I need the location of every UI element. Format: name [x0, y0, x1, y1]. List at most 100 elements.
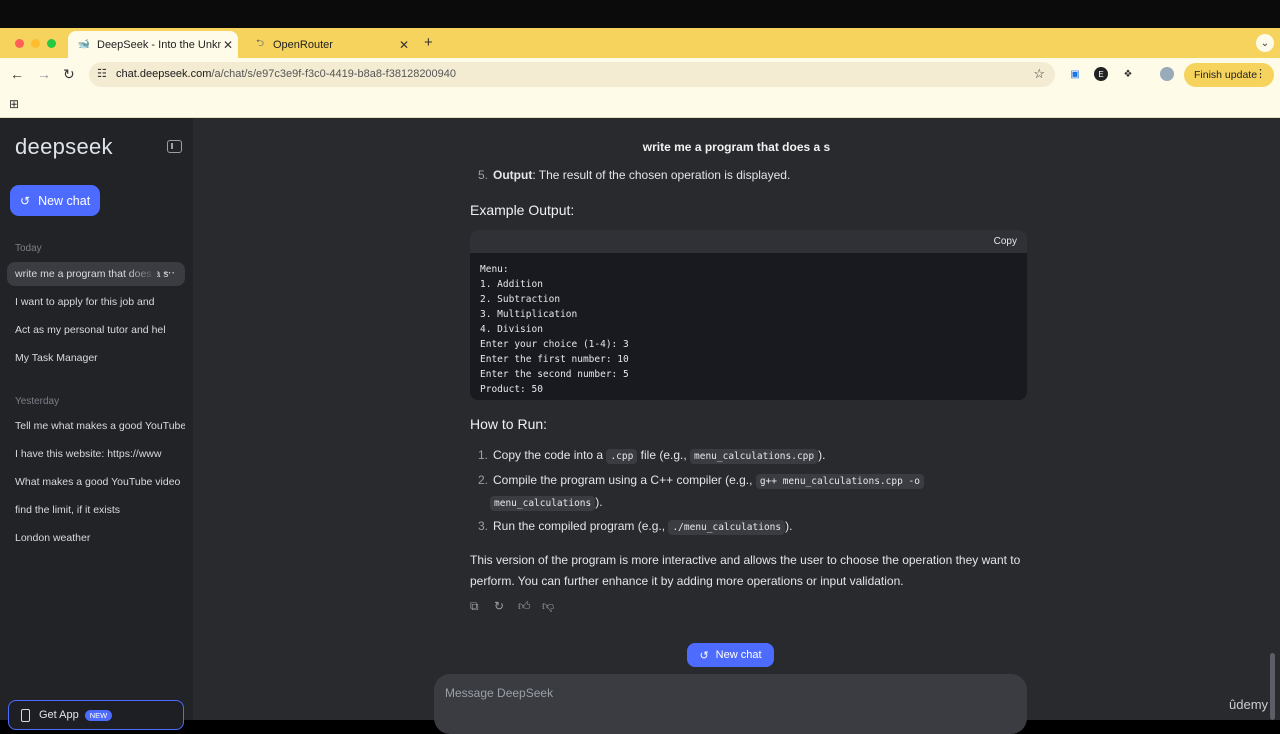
extension-icon[interactable]: ▣	[1068, 67, 1082, 81]
section-today: Today	[15, 243, 42, 254]
forward-arrow-icon[interactable]: →	[37, 66, 51, 82]
new-chat-label: New chat	[38, 193, 91, 208]
deepseek-app: deepseek ↺ New chat Today write me a pro…	[0, 118, 1280, 734]
list-text: ).	[595, 495, 603, 509]
collapse-sidebar-icon[interactable]	[167, 140, 182, 153]
back-arrow-icon[interactable]: ←	[10, 66, 24, 82]
new-chat-label: New chat	[715, 649, 762, 661]
list-number: 5.	[478, 168, 489, 182]
list-text: ).	[785, 519, 793, 533]
chat-item-label: Tell me what makes a good YouTube	[15, 420, 185, 432]
copy-icon[interactable]: ⧉	[470, 599, 494, 614]
screen: 🐋 DeepSeek - Into the Unknown ✕ ⮌ OpenRo…	[0, 0, 1280, 734]
tab-search-chevron-icon[interactable]: ⌄	[1256, 34, 1274, 52]
udemy-watermark: ûdemy	[1229, 697, 1269, 712]
list-number: 3.	[478, 519, 489, 533]
new-chat-icon: ↺	[699, 649, 709, 662]
close-tab-icon[interactable]: ✕	[221, 38, 235, 52]
puzzle-extensions-icon[interactable]: ❖	[1121, 67, 1135, 81]
floating-new-chat-button[interactable]: ↺ New chat	[687, 643, 774, 667]
fade-overlay	[127, 262, 157, 286]
sidebar: deepseek ↺ New chat Today write me a pro…	[0, 118, 193, 730]
list-text: file (e.g.,	[637, 448, 691, 462]
list-text: Run the compiled program (e.g.,	[493, 519, 669, 533]
chat-item-label: find the limit, if it exists	[15, 504, 121, 516]
avatar[interactable]	[1160, 67, 1174, 81]
profile-extension-icon[interactable]: E	[1094, 67, 1108, 81]
section-yesterday: Yesterday	[15, 396, 60, 407]
chat-item-label: My Task Manager	[15, 352, 98, 364]
site-settings-icon[interactable]: ☷	[97, 67, 107, 80]
list-item-continuation: menu_calculations).	[490, 495, 603, 511]
regenerate-icon[interactable]: ↻	[494, 599, 518, 614]
more-options-icon[interactable]: ⋯	[164, 266, 175, 279]
chat-item-label: What makes a good YouTube video	[15, 476, 181, 488]
finish-update-button[interactable]: Finish update ⋮	[1184, 63, 1274, 87]
list-item: 5. Output: The result of the chosen opera…	[478, 168, 790, 182]
address-bar[interactable]: ☷ chat.deepseek.com/a/chat/s/e97c3e9f-f3…	[89, 62, 1055, 87]
sidebar-chat-item[interactable]: What makes a good YouTube video	[7, 470, 185, 494]
list-item: 1. Copy the code into a .cpp file (e.g., …	[478, 448, 826, 464]
screen-top-bar	[0, 0, 1280, 28]
how-to-run-heading: How to Run:	[470, 416, 548, 432]
reload-icon[interactable]: ↻	[63, 66, 75, 83]
new-tab-button[interactable]: +	[424, 34, 433, 51]
list-item: 2. Compile the program using a C++ compil…	[478, 473, 924, 489]
sidebar-chat-item[interactable]: My Task Manager	[7, 346, 185, 370]
message-input[interactable]	[445, 686, 1005, 700]
sidebar-chat-item[interactable]: write me a program that does a s ⋯	[7, 262, 185, 286]
tab-openrouter[interactable]: ⮌ OpenRouter ✕	[244, 31, 416, 58]
chat-item-label: I want to apply for this job and	[15, 296, 155, 308]
tab-deepseek[interactable]: 🐋 DeepSeek - Into the Unknown ✕	[68, 31, 238, 58]
apps-grid-icon[interactable]: ⊞	[9, 97, 19, 111]
thumbs-up-icon[interactable]: 👍︎	[518, 599, 542, 614]
inline-code: menu_calculations	[490, 496, 596, 511]
list-number: 2.	[478, 473, 489, 487]
chat-item-label: London weather	[15, 532, 91, 544]
list-item: 3. Run the compiled program (e.g., ./menu…	[478, 519, 793, 535]
tab-title: OpenRouter	[273, 38, 333, 51]
new-chat-button[interactable]: ↺ New chat	[10, 185, 100, 216]
list-text: ).	[818, 448, 826, 462]
url-text: chat.deepseek.com/a/chat/s/e97c3e9f-f3c0…	[116, 68, 457, 80]
sidebar-chat-item[interactable]: Act as my personal tutor and hel	[7, 318, 185, 342]
thumbs-down-icon[interactable]: 👎︎	[542, 599, 566, 614]
scrollbar[interactable]	[1270, 653, 1275, 720]
list-number: 1.	[478, 448, 489, 462]
new-badge: NEW	[84, 709, 113, 721]
more-vert-icon[interactable]: ⋮	[1255, 67, 1266, 80]
sidebar-chat-item[interactable]: I want to apply for this job and	[7, 290, 185, 314]
new-chat-icon: ↺	[20, 193, 31, 208]
sidebar-chat-item[interactable]: Tell me what makes a good YouTube	[7, 414, 185, 438]
copy-code-button[interactable]: Copy	[994, 236, 1017, 247]
finish-update-label: Finish update	[1194, 69, 1258, 81]
openrouter-favicon-icon: ⮌	[255, 38, 264, 49]
browser-toolbar: ← → ↻ ☷ chat.deepseek.com/a/chat/s/e97c3…	[0, 58, 1280, 92]
list-text: : The result of the chosen operation is …	[532, 168, 791, 182]
minimize-window-button[interactable]	[31, 39, 40, 48]
closing-paragraph: This version of the program is more inte…	[470, 553, 1021, 588]
code-content: Menu: 1. Addition 2. Subtraction 3. Mult…	[480, 264, 629, 395]
chat-item-label: Act as my personal tutor and hel	[15, 324, 166, 336]
chat-title: write me a program that does a s	[642, 140, 831, 154]
get-app-button[interactable]: Get App NEW	[8, 700, 184, 730]
close-tab-icon[interactable]: ✕	[397, 38, 411, 52]
bold-term: Output	[493, 168, 533, 182]
example-output-heading: Example Output:	[470, 202, 575, 218]
browser-tab-strip: 🐋 DeepSeek - Into the Unknown ✕ ⮌ OpenRo…	[0, 28, 1280, 58]
list-text: Copy the code into a	[493, 448, 607, 462]
code-block: Copy Menu: 1. Addition 2. Subtraction 3.…	[470, 230, 1027, 400]
sidebar-chat-item[interactable]: find the limit, if it exists	[7, 498, 185, 522]
chat-item-label: I have this website: https://www	[15, 448, 162, 460]
maximize-window-button[interactable]	[47, 39, 56, 48]
deepseek-favicon-icon: 🐋	[77, 39, 91, 50]
bookmarks-bar: ⊞	[0, 92, 1280, 118]
close-window-button[interactable]	[15, 39, 24, 48]
code-block-header: Copy	[470, 230, 1027, 253]
deepseek-logo: deepseek	[15, 134, 113, 159]
bookmark-star-icon[interactable]: ☆	[1033, 66, 1045, 82]
sidebar-chat-item[interactable]: I have this website: https://www	[7, 442, 185, 466]
inline-code: menu_calculations.cpp	[690, 449, 819, 464]
sidebar-chat-item[interactable]: London weather	[7, 526, 185, 550]
message-actions: ⧉ ↻ 👍︎ 👎︎	[470, 599, 566, 614]
